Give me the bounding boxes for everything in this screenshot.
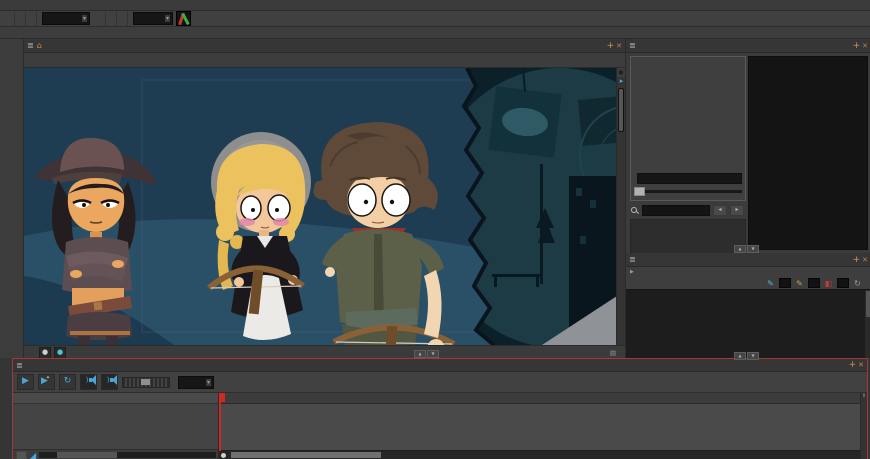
palettes-expander-icon[interactable]: ▶ — [630, 269, 634, 275]
library-tab-row: ≣ + ✕ — [626, 39, 870, 53]
layers-hscrollbar[interactable] — [39, 452, 216, 458]
chevron-down-icon: ▾ — [81, 15, 87, 22]
scroll-expand-icon[interactable]: ⇕ — [862, 393, 866, 399]
camera-fit-view-icon[interactable]: ➤ — [617, 77, 625, 86]
camera-canvas[interactable] — [24, 68, 616, 345]
camera-view-toolbar — [24, 53, 625, 68]
home-icon: ⌂ — [36, 41, 42, 50]
menu-bar — [0, 0, 870, 11]
timeline-panel: ≣ + ✕ ▶ ▶✦ ↻ ) ) ▾ ◢ ⇕ — [12, 358, 868, 459]
close-view-button[interactable]: ✕ — [858, 361, 864, 369]
camera-splitter[interactable]: ▲ ▼ — [414, 350, 439, 358]
layers-header — [13, 393, 219, 404]
pen-list-icon[interactable]: ▤ — [610, 349, 616, 357]
timeline-tab-row: ≣ + ✕ — [13, 359, 867, 372]
add-view-button[interactable]: + — [849, 360, 857, 370]
library-panel: ≣ + ✕ ◂ ▸ ▲ ▼ — [626, 39, 870, 301]
sound-scrubbing-button[interactable]: ) — [101, 374, 118, 390]
library-search-input[interactable] — [642, 205, 710, 216]
scene-artwork — [24, 68, 616, 345]
slider-handle[interactable] — [634, 187, 645, 196]
layers-bottom-bar: ◢ — [13, 449, 219, 459]
timeline-layers-panel: ◢ — [13, 393, 220, 459]
frames-vscrollbar[interactable]: ⇕ — [860, 393, 868, 459]
camera-reset-zoom-icon[interactable]: ● — [617, 68, 625, 77]
harmony-window: ▾ ▾ ≣ ⌂ + ✕ ● ➤ ● ● ▤ ▲ ▼ ≣ + ✕ ◂ ▸ ▲ ▼ … — [0, 0, 870, 459]
tools-toolbar — [0, 39, 24, 358]
view-breadcrumb: ⌂ — [37, 41, 44, 50]
current-brush-colour-icon[interactable] — [176, 11, 191, 26]
playhead-marker[interactable] — [219, 393, 226, 402]
timeline-view-dropdown[interactable]: ▾ — [178, 375, 214, 389]
panel-menu-icon[interactable]: ≣ — [27, 41, 34, 50]
frames-scrollbar-thumb[interactable] — [231, 452, 382, 458]
camera-tab-row: ≣ ⌂ + ✕ — [24, 39, 625, 53]
search-next-button[interactable]: ▸ — [730, 205, 744, 216]
panel-menu-icon[interactable]: ≣ — [629, 255, 636, 264]
layer-zoom-slider-icon[interactable]: ◢ — [30, 451, 36, 459]
scroll-reset-button[interactable] — [221, 453, 227, 458]
pen-style-list — [626, 289, 870, 358]
sound-button[interactable]: ) — [80, 374, 97, 390]
palette-toolbar: ✎ ✎ ◧ ↻ — [626, 277, 870, 289]
chevron-down-icon: ▾ — [164, 15, 170, 22]
colour-tab-row: ≣ + ✕ — [626, 253, 870, 267]
play-button[interactable]: ▶ — [17, 374, 34, 390]
frames-hscrollbar[interactable] — [219, 450, 861, 459]
paint-red-icon[interactable]: ◧ — [823, 277, 834, 290]
colour-preset-dropdown[interactable]: ▾ — [133, 12, 173, 25]
preset-dropdown[interactable]: ▾ — [42, 12, 90, 25]
slider-track[interactable] — [645, 190, 742, 193]
close-view-button[interactable]: ✕ — [616, 42, 622, 50]
texture-swatch-1[interactable] — [779, 278, 791, 288]
add-view-button[interactable]: + — [853, 41, 861, 51]
main-toolbar: ▾ ▾ — [0, 11, 870, 27]
panel-menu-icon[interactable]: ≣ — [16, 361, 23, 370]
close-view-button[interactable]: ✕ — [862, 42, 868, 50]
search-prev-button[interactable]: ◂ — [713, 205, 727, 216]
drawing-substitution-panel — [630, 56, 746, 201]
pencil-blue-icon[interactable]: ✎ — [765, 277, 776, 290]
loop-button[interactable]: ↻ — [59, 374, 76, 390]
substitution-slider[interactable] — [634, 187, 742, 196]
timeline-toolbar: ▶ ▶✦ ↻ ) ) ▾ — [13, 372, 867, 393]
chevron-down-icon: ▾ — [205, 378, 211, 386]
secondary-toolbar — [0, 27, 870, 39]
camera-vertical-scrollbar[interactable]: ● ➤ — [616, 68, 625, 345]
texture-swatch-2[interactable] — [808, 278, 820, 288]
colour-splitter[interactable]: ▲ ▼ — [734, 352, 759, 360]
library-splitter[interactable]: ▲ ▼ — [734, 245, 759, 253]
add-view-button[interactable]: + — [607, 41, 615, 51]
render-play-button[interactable]: ▶✦ — [38, 374, 55, 390]
add-view-button[interactable]: + — [853, 255, 861, 265]
texture-swatch-3[interactable] — [837, 278, 849, 288]
right-panel-column: ≣ + ✕ ◂ ▸ ▲ ▼ ≣ + ✕ ▶ ✎ ✎ ◧ ↻ ▲ ▼ — [625, 39, 870, 360]
volume-handle[interactable] — [141, 378, 150, 385]
search-icon — [630, 206, 639, 215]
panel-menu-icon[interactable]: ≣ — [629, 41, 636, 50]
substitution-field[interactable] — [637, 173, 742, 184]
library-preview-area[interactable] — [748, 56, 868, 250]
show-sound-toggle[interactable] — [16, 450, 27, 459]
refresh-icon[interactable]: ↻ — [852, 277, 863, 290]
volume-slider[interactable] — [122, 376, 170, 388]
close-view-button[interactable]: ✕ — [862, 256, 868, 264]
timeline-frames-area[interactable] — [219, 393, 861, 459]
pencil-orange-icon[interactable]: ✎ — [794, 277, 805, 290]
camera-scrollbar-thumb[interactable] — [618, 88, 624, 132]
camera-panel: ≣ ⌂ + ✕ ● ➤ ● ● ▤ ▲ ▼ — [24, 39, 625, 360]
colour-panel: ≣ + ✕ ▶ ✎ ✎ ◧ ↻ ▲ ▼ — [626, 253, 870, 360]
pen-list-scrollbar[interactable] — [865, 290, 870, 358]
